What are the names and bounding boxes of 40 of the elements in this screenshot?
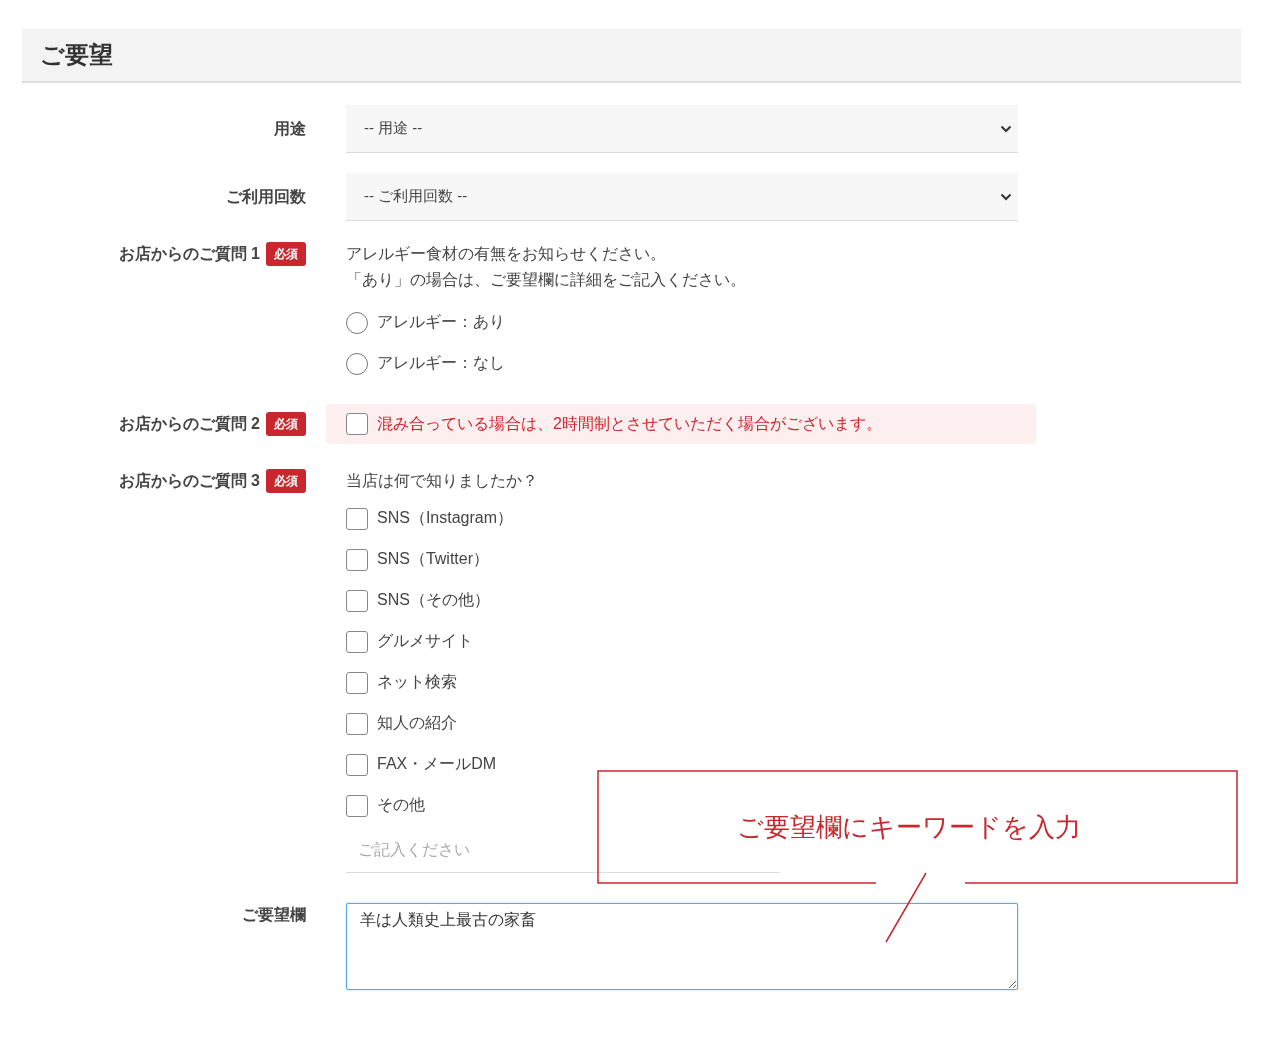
checkbox[interactable] — [346, 507, 368, 530]
callout-text: ご要望欄にキーワードを入力 — [737, 811, 1081, 844]
field-label: ご利用回数 — [226, 187, 306, 207]
field-label: ご要望欄 — [242, 905, 306, 925]
chevron-down-icon — [1000, 192, 1012, 201]
option-label[interactable]: アレルギー：なし — [377, 353, 505, 374]
checkbox[interactable] — [346, 413, 368, 435]
required-badge: 必須 — [266, 242, 306, 266]
question-text: アレルギー食材の有無をお知らせください。 — [346, 244, 667, 264]
section-title: ご要望 — [40, 40, 113, 70]
field-label: お店からのご質問 3 — [118, 471, 260, 491]
checkbox[interactable] — [346, 753, 368, 776]
select-dropdown[interactable]: -- ご利用回数 -- — [346, 173, 1018, 221]
option-label[interactable]: グルメサイト — [377, 631, 473, 652]
required-badge: 必須 — [266, 412, 306, 436]
option-label[interactable]: その他 — [377, 795, 425, 816]
question-text: 当店は何で知りましたか？ — [346, 471, 539, 491]
option-label[interactable]: SNS（Twitter） — [377, 549, 489, 570]
option-label[interactable]: 知人の紹介 — [377, 713, 457, 734]
option-label[interactable]: FAX・メールDM — [377, 754, 497, 775]
option-label[interactable]: SNS（その他） — [377, 590, 490, 611]
chevron-down-icon — [1000, 124, 1012, 133]
required-badge: 必須 — [266, 469, 306, 493]
notice-text[interactable]: 混み合っている場合は、2時間制とさせていただく場合がございます。 — [377, 413, 882, 435]
input-field[interactable]: ご記入ください — [346, 828, 726, 872]
field-label: お店からのご質問 1 — [118, 244, 260, 264]
option-label[interactable]: ネット検索 — [377, 672, 457, 693]
question-text: 「あり」の場合は、ご要望欄に詳細をご記入ください。 — [346, 270, 746, 290]
option-label[interactable]: SNS（Instagram） — [377, 508, 514, 529]
checkbox[interactable] — [346, 671, 368, 694]
field-label: 用途 — [274, 119, 306, 139]
field-label: お店からのご質問 2 — [118, 414, 260, 434]
checkbox[interactable] — [346, 630, 368, 653]
select-dropdown[interactable]: -- 用途 -- — [346, 105, 1018, 153]
checkbox[interactable] — [346, 712, 368, 735]
option-label[interactable]: アレルギー：あり — [377, 312, 505, 333]
textarea-field[interactable]: 羊は人類史上最古の家畜 — [346, 903, 1018, 990]
checkbox[interactable] — [346, 794, 368, 817]
checkbox[interactable] — [346, 548, 368, 571]
checkbox[interactable] — [346, 589, 368, 612]
